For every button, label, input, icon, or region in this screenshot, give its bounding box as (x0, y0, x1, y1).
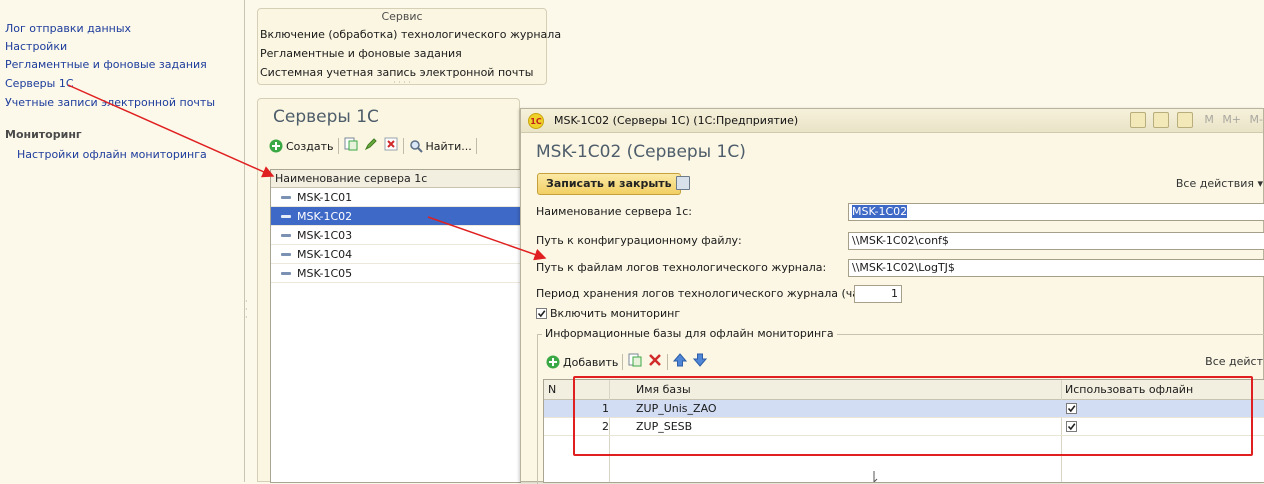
1c-logo-icon: 1С (528, 113, 544, 129)
bases-all-actions-menu[interactable]: Все дейст (1205, 355, 1263, 368)
delete-icon[interactable] (647, 352, 663, 368)
row-number: 2 (602, 420, 609, 433)
nav-item-offline-monitoring-settings[interactable]: Настройки офлайн мониторинга (17, 148, 207, 161)
bases-toolbar: Добавить (545, 352, 708, 372)
move-down-icon[interactable] (692, 352, 708, 368)
find-button-label: Найти... (425, 139, 472, 153)
create-button-label: Создать (286, 139, 334, 153)
checkmark-icon (537, 310, 546, 318)
form-window-title: MSK-1C02 (Серверы 1С) (1С:Предприятие) (554, 114, 799, 127)
move-up-icon[interactable] (672, 352, 688, 368)
memory-mminus-button[interactable]: M- (1250, 112, 1263, 128)
retention-period-label: Период хранения логов технологического ж… (536, 287, 887, 300)
delete-icon[interactable] (383, 136, 399, 152)
toolbar-separator (337, 138, 339, 154)
calendar-icon[interactable] (1176, 112, 1193, 128)
copy-icon[interactable] (343, 136, 359, 152)
server-form-window: 1С MSK-1C02 (Серверы 1С) (1С:Предприятие… (520, 108, 1264, 484)
add-base-button-label: Добавить (563, 355, 619, 369)
row-number: 1 (602, 402, 609, 415)
edit-icon[interactable] (363, 136, 379, 152)
enable-monitoring-checkbox[interactable] (536, 308, 547, 319)
item-icon (281, 214, 291, 218)
memory-m-button[interactable]: M (1204, 112, 1214, 128)
server-row-msk-1c02[interactable]: MSK-1C02 (271, 207, 520, 226)
bases-row[interactable]: 2 ZUP_SESB (544, 418, 1264, 436)
server-name: MSK-1C03 (297, 228, 353, 242)
server-name-field[interactable]: MSK-1C02 (848, 203, 1264, 221)
servers-list-window: Серверы 1С Создать Найти... Наименование… (257, 98, 521, 483)
bases-column-name[interactable]: Имя базы (609, 380, 1061, 400)
server-row-msk-1c01[interactable]: MSK-1C01 (271, 188, 520, 207)
save-icon[interactable] (676, 176, 690, 190)
server-name-value: MSK-1C02 (852, 205, 908, 218)
server-name: MSK-1C02 (297, 209, 353, 223)
memory-mplus-button[interactable]: M+ (1222, 112, 1241, 128)
server-row-msk-1c03[interactable]: MSK-1C03 (271, 226, 520, 245)
toolbar-separator (667, 354, 669, 370)
favorites-icon[interactable] (1129, 112, 1146, 128)
nav-item-send-log[interactable]: Лог отправки данных (5, 22, 131, 35)
servers-toolbar: Создать Найти... (268, 136, 521, 156)
servers-column-header[interactable]: Наименование сервера 1с (271, 170, 520, 188)
offline-bases-table[interactable]: N Имя базы Использовать офлайн мониторин… (543, 379, 1264, 483)
server-row-msk-1c05[interactable]: MSK-1C05 (271, 264, 520, 283)
toolbar-separator (622, 354, 624, 370)
log-path-field[interactable]: \\MSK-1C02\LogTJ$ (848, 259, 1264, 277)
form-titlebar[interactable]: 1С MSK-1C02 (Серверы 1С) (1С:Предприятие… (521, 109, 1263, 133)
server-name: MSK-1C04 (297, 247, 353, 261)
use-offline-checkbox[interactable] (1066, 421, 1077, 432)
nav-item-scheduled-jobs[interactable]: Регламентные и фоновые задания (5, 58, 207, 71)
nav-item-email-accounts[interactable]: Учетные записи электронной почты (5, 96, 215, 109)
copy-icon[interactable] (627, 352, 643, 368)
toolbar-separator (402, 138, 404, 154)
nav-item-servers-1c[interactable]: Серверы 1С (5, 77, 74, 90)
bases-column-n[interactable]: N (544, 380, 609, 400)
nav-section-monitoring: Мониторинг (5, 128, 82, 141)
titlebar-tools: M M+ M- (1126, 112, 1263, 130)
service-panel-title: Сервис (381, 10, 423, 23)
form-heading: MSK-1C02 (Серверы 1С) (536, 142, 746, 162)
all-actions-menu[interactable]: Все действия ▾ (1176, 177, 1263, 190)
service-panel-grip[interactable]: · · · · (258, 78, 546, 87)
toolbar-separator (475, 138, 477, 154)
service-link-tech-journal[interactable]: Включение (обработка) технологического ж… (260, 28, 561, 41)
add-base-button[interactable]: Добавить (545, 352, 618, 372)
service-link-scheduled-jobs[interactable]: Регламентные и фоновые задания (260, 47, 462, 60)
server-name: MSK-1C01 (297, 190, 353, 204)
config-path-label: Путь к конфигурационному файлу: (536, 234, 742, 247)
find-button[interactable]: Найти... (408, 136, 472, 156)
panel-splitter[interactable]: · · · (245, 298, 251, 328)
calculator-icon[interactable] (1153, 112, 1170, 128)
servers-table[interactable]: Наименование сервера 1с MSK-1C01 MSK-1C0… (270, 169, 521, 483)
retention-period-field[interactable]: 1 (854, 285, 902, 303)
add-icon (268, 138, 284, 154)
save-and-close-button[interactable]: Записать и закрыть (537, 173, 681, 195)
use-offline-checkbox[interactable] (1066, 403, 1077, 414)
config-path-field[interactable]: \\MSK-1C02\conf$ (848, 232, 1264, 250)
item-icon (281, 233, 291, 237)
servers-list-title: Серверы 1С (273, 107, 379, 127)
item-icon (281, 271, 291, 275)
service-panel: Сервис Включение (обработка) технологиче… (257, 8, 561, 87)
search-icon (408, 138, 424, 154)
add-icon (545, 354, 561, 370)
enable-monitoring-label[interactable]: Включить мониторинг (550, 307, 680, 320)
server-row-msk-1c04[interactable]: MSK-1C04 (271, 245, 520, 264)
bases-column-use-offline[interactable]: Использовать офлайн мониторинг (1061, 380, 1264, 416)
checkmark-icon (1067, 405, 1076, 413)
server-name: MSK-1C05 (297, 266, 353, 280)
server-name-label: Наименование сервера 1с: (536, 205, 692, 218)
offline-bases-group-title: Информационные базы для офлайн мониторин… (542, 327, 837, 340)
left-navigation-panel: Лог отправки данных Настройки Регламентн… (0, 0, 245, 482)
item-icon (281, 252, 291, 256)
nav-item-settings[interactable]: Настройки (5, 40, 67, 53)
base-name: ZUP_SESB (636, 420, 693, 433)
bases-row[interactable]: 1 ZUP_Unis_ZAO (544, 400, 1264, 418)
create-button[interactable]: Создать (268, 136, 334, 156)
base-name: ZUP_Unis_ZAO (636, 402, 717, 415)
item-icon (281, 195, 291, 199)
log-path-label: Путь к файлам логов технологического жур… (536, 261, 827, 274)
checkmark-icon (1067, 423, 1076, 431)
